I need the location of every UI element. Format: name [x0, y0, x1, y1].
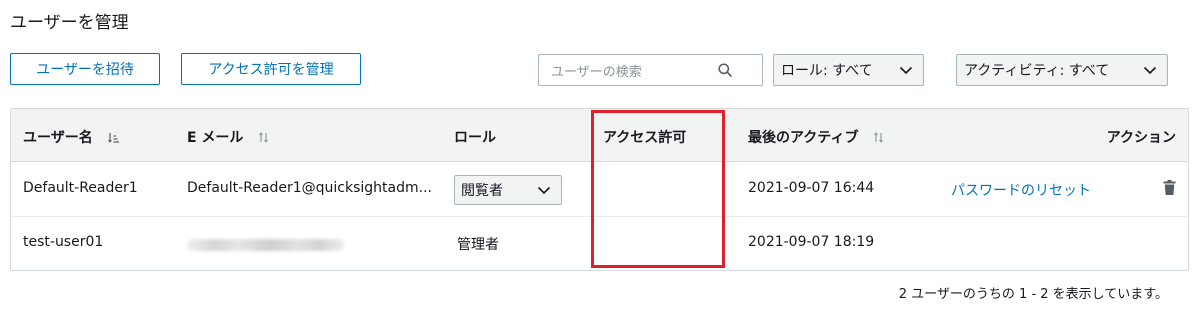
- sort-icon: [874, 132, 884, 143]
- cell-last-active: 2021-09-07 16:44: [748, 180, 875, 196]
- manage-permissions-button[interactable]: アクセス許可を管理: [181, 53, 361, 85]
- cell-role: 管理者: [457, 237, 499, 253]
- redacted-email: [187, 239, 345, 251]
- pagination-summary: 2 ユーザーのうちの 1 - 2 を表示しています。: [898, 287, 1168, 302]
- page-title: ユーザーを管理: [10, 13, 129, 33]
- search-icon: [718, 63, 732, 77]
- column-header-email[interactable]: E メール: [187, 127, 270, 147]
- reset-password-link[interactable]: パスワードのリセット: [951, 180, 1091, 200]
- search-input[interactable]: ユーザーの検索: [538, 54, 763, 86]
- role-filter-select[interactable]: ロール: すべて: [773, 54, 924, 86]
- search-placeholder: ユーザーの検索: [551, 64, 642, 80]
- activity-filter-value: アクティビティ: すべて: [964, 63, 1110, 79]
- role-filter-value: ロール: すべて: [781, 63, 873, 79]
- chevron-down-icon: [1143, 66, 1157, 74]
- column-header-role: ロール: [454, 130, 496, 146]
- role-select-value: 閲覧者: [461, 183, 503, 199]
- chevron-down-icon: [899, 66, 913, 74]
- activity-filter-select[interactable]: アクティビティ: すべて: [956, 54, 1168, 86]
- column-header-actions: アクション: [1106, 130, 1176, 146]
- column-header-username[interactable]: ユーザー名: [23, 127, 120, 147]
- trash-icon[interactable]: [1163, 180, 1176, 195]
- sort-icon: [259, 132, 269, 143]
- column-header-last-active[interactable]: 最後のアクティブ: [748, 127, 885, 147]
- sort-icon: [107, 133, 119, 143]
- role-select[interactable]: 閲覧者: [454, 175, 562, 205]
- cell-username: Default-Reader1: [23, 180, 138, 196]
- chevron-down-icon: [537, 186, 551, 194]
- cell-username: test-user01: [23, 234, 104, 250]
- permissions-column-highlight: [591, 110, 725, 268]
- invite-users-button[interactable]: ユーザーを招待: [10, 53, 160, 85]
- cell-email: Default-Reader1@quicksightadm...: [187, 180, 432, 196]
- cell-last-active: 2021-09-07 18:19: [748, 234, 875, 250]
